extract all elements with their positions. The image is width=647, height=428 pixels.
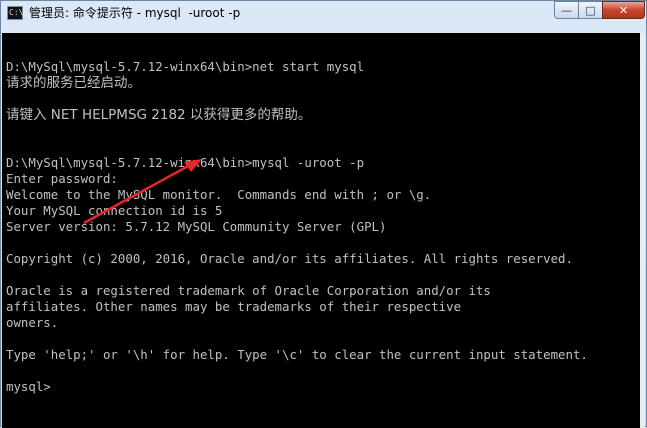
console-lines: D:\MySql\mysql-5.7.12-winx64\bin>net sta… — [6, 43, 588, 395]
window-title: 管理员: 命令提示符 - mysql -uroot -p — [29, 6, 241, 20]
cmd-icon[interactable]: C:\ — [7, 6, 23, 20]
console-line: Enter password: — [6, 171, 118, 186]
console-line: 请键入 NET HELPMSG 2182 以获得更多的帮助。 — [6, 107, 312, 123]
minimize-icon: — — [561, 3, 572, 17]
close-button[interactable]: ✕ — [602, 1, 645, 19]
console-line: mysql> — [6, 379, 51, 394]
console-line: Welcome to the MySQL monitor. Commands e… — [6, 187, 432, 202]
console-line: Your MySQL connection id is 5 — [6, 203, 223, 218]
console-line: owners. — [6, 315, 59, 330]
console-scrollbar[interactable] — [640, 33, 645, 428]
console-line: affiliates. Other names may be trademark… — [6, 299, 462, 314]
console-line: D:\MySql\mysql-5.7.12-winx64\bin>net sta… — [6, 59, 365, 74]
minimize-button[interactable]: — — [554, 1, 579, 19]
console-line: Type 'help;' or '\h' for help. Type '\c'… — [6, 347, 588, 362]
title-bar[interactable]: C:\ 管理员: 命令提示符 - mysql -uroot -p — □ ✕ — [1, 1, 646, 31]
console-line: Server version: 5.7.12 MySQL Community S… — [6, 219, 387, 234]
console-line: Oracle is a registered trademark of Orac… — [6, 283, 491, 298]
command-prompt-window: C:\ 管理员: 命令提示符 - mysql -uroot -p — □ ✕ D… — [0, 0, 647, 428]
window-controls: — □ ✕ — [554, 1, 645, 21]
maximize-button[interactable]: □ — [578, 1, 603, 19]
maximize-icon: □ — [585, 3, 596, 17]
console-line: 请求的服务已经启动。 — [6, 75, 141, 91]
close-icon: ✕ — [618, 3, 629, 17]
console-output[interactable]: D:\MySql\mysql-5.7.12-winx64\bin>net sta… — [2, 33, 641, 428]
console-line: Copyright (c) 2000, 2016, Oracle and/or … — [6, 251, 573, 266]
console-line: D:\MySql\mysql-5.7.12-winx64\bin>mysql -… — [6, 155, 365, 170]
